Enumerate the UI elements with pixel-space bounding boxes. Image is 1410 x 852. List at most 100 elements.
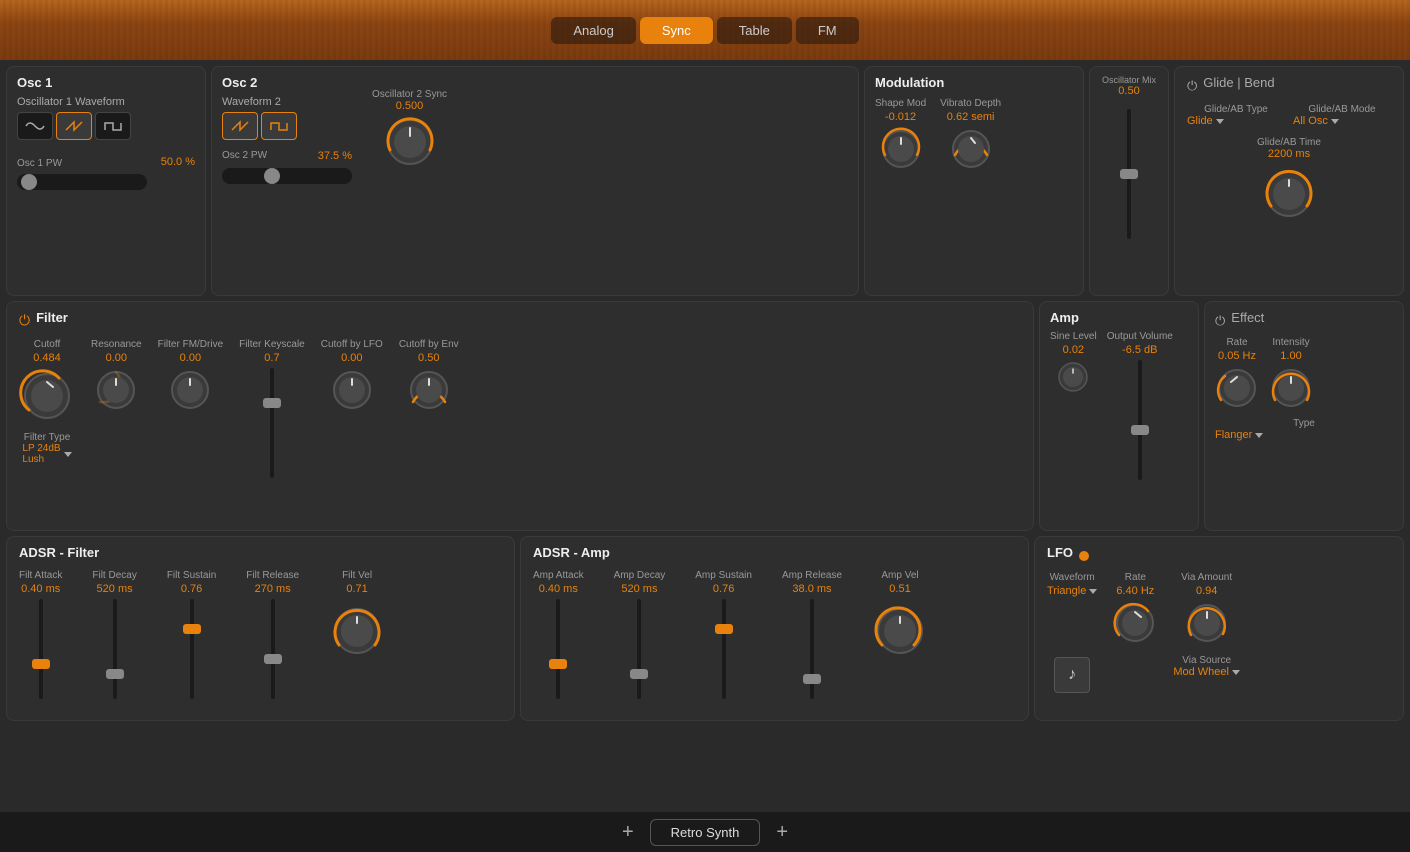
fm-drive-value: 0.00 [180,352,201,364]
glide-power-icon[interactable]: ⏻ [1187,78,1197,94]
filt-vel-item: Filt Vel 0.71 [329,570,385,659]
amp-section: Amp Sine Level 0.02 Output Volume [1039,301,1199,531]
glide-type-container: Glide/AB Type Glide [1187,104,1285,127]
osc1-pw-slider[interactable] [17,174,147,190]
amp-decay-item: Amp Decay 520 ms [614,570,666,699]
filter-type-container: Filter Type LP 24dBLush [22,432,71,465]
keyscale-label: Filter Keyscale [239,339,305,350]
amp-attack-slider[interactable] [548,599,568,699]
output-volume-value: -6.5 dB [1122,344,1157,356]
resonance-label: Resonance [91,339,142,350]
top-row: Osc 1 Oscillator 1 Waveform Osc 1 PW [6,66,1404,296]
filt-attack-item: Filt Attack 0.40 ms [19,570,62,699]
amp-decay-value: 520 ms [621,583,657,595]
effect-intensity-container: Intensity 1.00 [1269,337,1313,410]
resonance-knob[interactable] [94,368,138,412]
filter-section: ⏻ Filter Cutoff 0.484 [6,301,1034,531]
lfo-note-button[interactable]: ♪ [1054,657,1090,693]
glide-type-label: Glide/AB Type [1187,104,1285,115]
effect-intensity-knob[interactable] [1269,366,1313,410]
filter-title: Filter [36,310,68,325]
effect-power-icon[interactable]: ⏻ [1215,313,1225,329]
filter-type-label: Filter Type [24,432,71,443]
osc1-wave-sawtooth[interactable] [56,112,92,140]
cutoff-env-container: Cutoff by Env 0.50 [399,339,459,412]
osc2-wave-square[interactable] [261,112,297,140]
glide-mode-container: Glide/AB Mode All Osc [1293,104,1391,127]
tab-analog[interactable]: Analog [551,17,635,44]
filt-vel-value: 0.71 [346,583,367,595]
fm-drive-knob[interactable] [168,368,212,412]
lfo-waveform-dropdown[interactable]: Triangle [1047,585,1097,597]
tab-fm[interactable]: FM [796,17,859,44]
osc2-pw-slider[interactable] [222,168,352,184]
filter-power-icon[interactable]: ⏻ [19,312,30,329]
amp-sustain-item: Amp Sustain 0.76 [695,570,752,699]
filt-attack-slider[interactable] [31,599,51,699]
tab-sync[interactable]: Sync [640,17,713,44]
amp-attack-label: Amp Attack [533,570,584,581]
filt-attack-label: Filt Attack [19,570,62,581]
effect-title: Effect [1231,310,1264,325]
cutoff-lfo-knob[interactable] [330,368,374,412]
via-source-dropdown[interactable]: Mod Wheel [1173,666,1240,678]
osc2-wave-sawtooth[interactable] [222,112,258,140]
filt-decay-slider[interactable] [105,599,125,699]
via-amount-knob[interactable] [1185,601,1229,645]
osc1-wave-sine[interactable] [17,112,53,140]
amp-vel-value: 0.51 [889,583,910,595]
filt-release-slider[interactable] [263,599,283,699]
amp-decay-slider[interactable] [629,599,649,699]
effect-section: ⏻ Effect Rate 0.05 Hz [1204,301,1404,531]
lfo-waveform-label: Waveform [1050,572,1095,583]
cutoff-value: 0.484 [33,352,61,364]
osc-mix-slider[interactable] [1119,109,1139,239]
amp-vel-item: Amp Vel 0.51 [872,570,928,659]
via-amount-value: 0.94 [1196,585,1217,597]
cutoff-env-value: 0.50 [418,352,439,364]
glide-panel: ⏻ Glide | Bend Glide/AB Type Glide Glide… [1174,66,1404,296]
osc2-panel: Osc 2 Waveform 2 Osc 2 P [211,66,859,296]
glide-title: Glide | Bend [1203,75,1274,90]
vibrato-label: Vibrato Depth [940,98,1001,109]
preset-name-button[interactable]: Retro Synth [650,819,761,846]
glide-mode-dropdown[interactable]: All Osc [1293,115,1391,127]
vibrato-knob[interactable] [949,127,993,171]
filt-release-item: Filt Release 270 ms [246,570,299,699]
via-amount-container: Via Amount 0.94 Via Source Mod W [1173,572,1240,678]
output-volume-label: Output Volume [1107,331,1173,342]
filt-sustain-slider[interactable] [182,599,202,699]
filt-vel-knob[interactable] [329,603,385,659]
keyscale-slider[interactable] [262,368,282,478]
amp-release-item: Amp Release 38.0 ms [782,570,842,699]
glide-type-dropdown[interactable]: Glide [1187,115,1285,127]
shape-mod-knob[interactable] [879,127,923,171]
effect-type-dropdown[interactable]: Flanger [1215,429,1393,441]
amp-title: Amp [1050,310,1188,325]
cutoff-env-knob[interactable] [407,368,451,412]
osc2-sync-knob[interactable] [382,114,438,170]
effect-rate-knob[interactable] [1215,366,1259,410]
lfo-rate-label: Rate [1125,572,1146,583]
amp-sustain-slider[interactable] [714,599,734,699]
glide-time-knob[interactable] [1261,166,1317,222]
shape-mod-value: -0.012 [885,111,916,123]
amp-release-slider[interactable] [802,599,822,699]
sine-level-value: 0.02 [1063,344,1084,356]
glide-time-value: 2200 ms [1268,148,1310,160]
amp-vel-label: Amp Vel [881,570,918,581]
sine-level-label: Sine Level [1050,331,1097,342]
cutoff-knob[interactable] [19,368,75,424]
add-right-button[interactable]: + [776,821,788,844]
tab-table[interactable]: Table [717,17,792,44]
osc1-wave-square[interactable] [95,112,131,140]
osc1-pw-label: Osc 1 PW [17,158,62,169]
filt-sustain-item: Filt Sustain 0.76 [167,570,216,699]
lfo-rate-knob[interactable] [1113,601,1157,645]
sine-level-knob[interactable] [1056,360,1090,394]
filter-type-dropdown[interactable]: LP 24dBLush [22,443,71,465]
filt-sustain-label: Filt Sustain [167,570,216,581]
amp-vel-knob[interactable] [872,603,928,659]
output-volume-slider[interactable] [1130,360,1150,480]
add-left-button[interactable]: + [622,821,634,844]
